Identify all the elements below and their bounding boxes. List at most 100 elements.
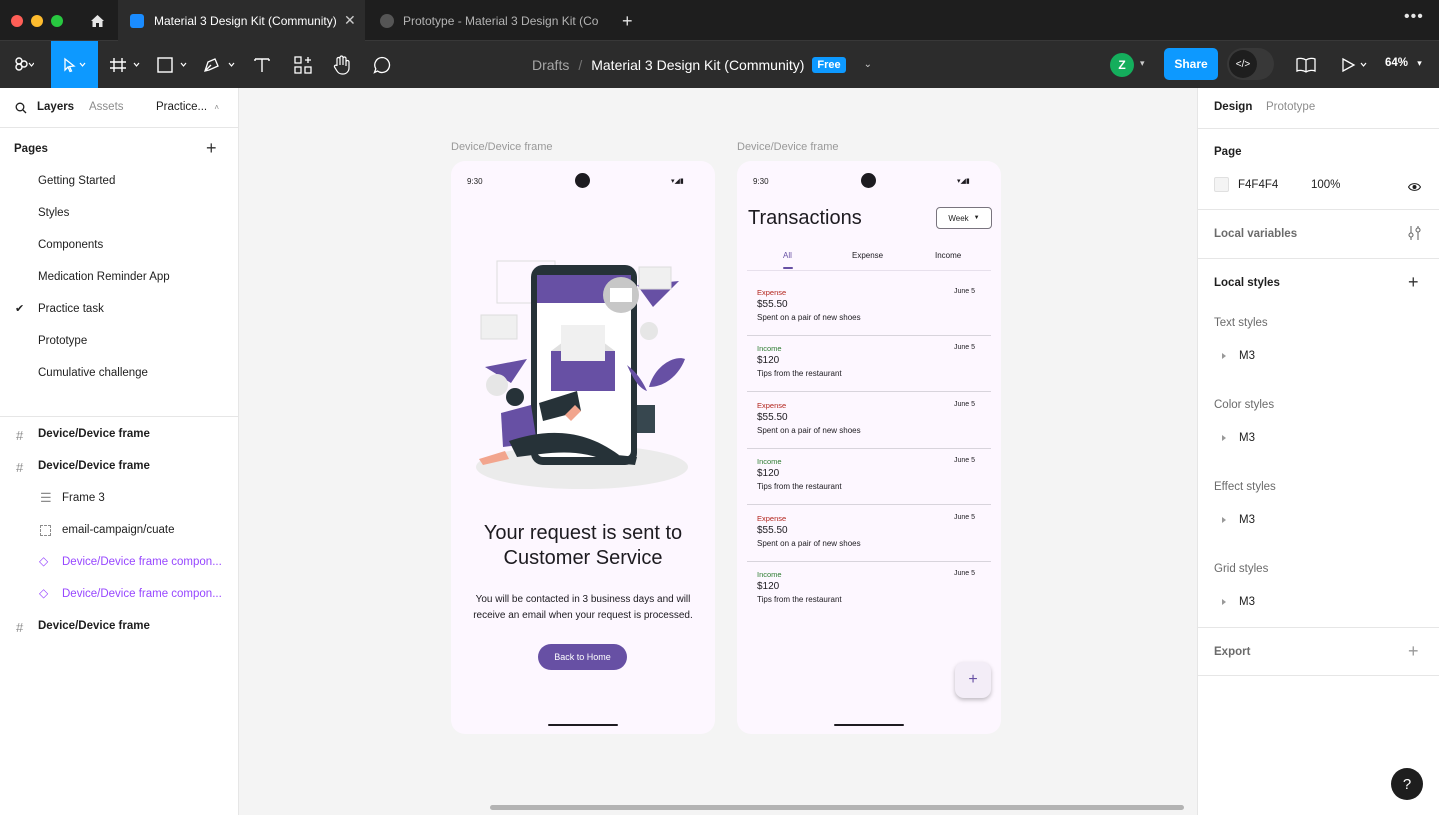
eye-icon[interactable] xyxy=(1407,179,1422,197)
help-button[interactable]: ? xyxy=(1391,768,1423,800)
style-group[interactable]: M3 xyxy=(1239,514,1255,526)
page-item[interactable]: Prototype xyxy=(38,335,87,347)
chevron-down-icon[interactable]: ⌄ xyxy=(864,59,872,70)
page-color-value[interactable]: F4F4F4 xyxy=(1238,179,1278,191)
page-item[interactable]: Medication Reminder App xyxy=(38,271,170,283)
close-icon[interactable]: ✕ xyxy=(344,12,356,29)
file-name[interactable]: Material 3 Design Kit (Community) xyxy=(591,57,804,73)
pen-tool-button[interactable] xyxy=(202,41,238,88)
chevron-down-icon[interactable]: ▾ xyxy=(1140,58,1145,69)
main-menu-button[interactable] xyxy=(8,41,40,88)
back-to-home-button[interactable]: Back to Home xyxy=(538,644,627,670)
resources-tool-button[interactable] xyxy=(292,41,314,88)
tab-assets[interactable]: Assets xyxy=(89,101,124,113)
page-dropdown[interactable]: Practice... ˄ xyxy=(156,101,219,113)
device-frame-transactions[interactable]: 9:30 ▾◢▮ Transactions Week ▼ All Expense… xyxy=(737,161,1001,734)
local-styles-title: Local styles xyxy=(1214,277,1280,289)
layer-item[interactable]: Frame 3 xyxy=(62,492,105,504)
minimize-window-button[interactable] xyxy=(31,15,43,27)
dev-mode-toggle[interactable]: </> xyxy=(1227,48,1274,80)
tab-all[interactable]: All xyxy=(783,251,792,260)
chevron-right-icon[interactable] xyxy=(1222,353,1226,359)
new-tab-button[interactable]: + xyxy=(622,11,633,32)
tab-layers[interactable]: Layers xyxy=(37,101,74,113)
tab-design[interactable]: Design xyxy=(1214,101,1252,113)
page-item-current[interactable]: Practice task xyxy=(38,303,104,315)
close-window-button[interactable] xyxy=(11,15,23,27)
divider xyxy=(1198,209,1439,210)
page-item[interactable]: Components xyxy=(38,239,103,251)
share-button[interactable]: Share xyxy=(1164,48,1218,80)
frame-label[interactable]: Device/Device frame xyxy=(737,141,838,153)
sliders-icon[interactable] xyxy=(1408,226,1421,245)
period-select[interactable]: Week ▼ xyxy=(936,207,992,229)
chevron-right-icon[interactable] xyxy=(1222,599,1226,605)
breadcrumb-drafts[interactable]: Drafts xyxy=(532,57,569,73)
page-item[interactable]: Getting Started xyxy=(38,175,115,187)
page-opacity-value[interactable]: 100% xyxy=(1311,179,1340,191)
zoom-dropdown[interactable]: 64% ▾ xyxy=(1385,57,1422,69)
more-icon[interactable]: ••• xyxy=(1404,8,1424,26)
style-group[interactable]: M3 xyxy=(1239,596,1255,608)
search-icon[interactable] xyxy=(15,101,27,119)
transaction-row[interactable]: Expense June 5 $55.50 Spent on a pair of… xyxy=(747,393,991,449)
plan-badge[interactable]: Free xyxy=(812,56,846,73)
email-campaign-illustration xyxy=(469,255,695,495)
layer-item-component[interactable]: Device/Device frame compon... xyxy=(62,588,222,600)
page-item[interactable]: Styles xyxy=(38,207,69,219)
transaction-row[interactable]: Income June 5 $120 Tips from the restaur… xyxy=(747,562,991,618)
device-frame-confirmation[interactable]: 9:30 ▾◢▮ Your request is sent to Custome… xyxy=(451,161,715,734)
layer-item[interactable]: Device/Device frame xyxy=(38,428,150,440)
page-item[interactable]: Cumulative challenge xyxy=(38,367,148,379)
present-button[interactable] xyxy=(1338,41,1372,88)
layer-item[interactable]: Device/Device frame xyxy=(38,460,150,472)
chevron-down-icon: ▾ xyxy=(1417,58,1422,68)
text-tool-button[interactable] xyxy=(251,41,273,88)
transaction-row[interactable]: Expense June 5 $55.50 Spent on a pair of… xyxy=(747,506,991,562)
local-variables-button[interactable]: Local variables xyxy=(1214,228,1297,240)
add-page-button[interactable]: + xyxy=(206,138,217,159)
screen-title: Transactions xyxy=(748,207,862,229)
style-group[interactable]: M3 xyxy=(1239,432,1255,444)
pages-title: Pages xyxy=(14,143,48,155)
transaction-type: Income xyxy=(757,570,782,579)
tab-income[interactable]: Income xyxy=(935,251,961,260)
grid-styles-title: Grid styles xyxy=(1214,563,1269,575)
tab-prototype[interactable]: Prototype - Material 3 Design Kit (Co xyxy=(370,0,610,41)
hand-tool-button[interactable] xyxy=(331,41,353,88)
style-group[interactable]: M3 xyxy=(1239,350,1255,362)
transaction-row[interactable]: Income June 5 $120 Tips from the restaur… xyxy=(747,449,991,505)
frame-label[interactable]: Device/Device frame xyxy=(451,141,552,153)
transaction-row[interactable]: Expense June 5 $55.50 Spent on a pair of… xyxy=(747,280,991,336)
transaction-note: Tips from the restaurant xyxy=(757,369,842,378)
comment-tool-button[interactable] xyxy=(371,41,393,88)
page-color-swatch[interactable] xyxy=(1214,177,1229,192)
maximize-window-button[interactable] xyxy=(51,15,63,27)
tabs-divider xyxy=(747,270,991,271)
avatar[interactable]: Z xyxy=(1110,53,1134,77)
library-icon[interactable] xyxy=(1294,41,1318,88)
chevron-right-icon[interactable] xyxy=(1222,435,1226,441)
transaction-row[interactable]: Income June 5 $120 Tips from the restaur… xyxy=(747,336,991,392)
transaction-date: June 5 xyxy=(953,401,975,408)
home-icon[interactable] xyxy=(83,0,111,41)
tab-design-file[interactable]: Material 3 Design Kit (Community) ✕ xyxy=(118,0,365,41)
layer-item-component[interactable]: Device/Device frame compon... xyxy=(62,556,222,568)
chevron-right-icon[interactable] xyxy=(1222,517,1226,523)
add-export-button[interactable]: + xyxy=(1408,641,1419,662)
horizontal-scrollbar[interactable] xyxy=(490,805,1184,810)
shape-tool-button[interactable] xyxy=(155,41,191,88)
add-fab[interactable]: + xyxy=(955,662,991,698)
transaction-amount: $55.50 xyxy=(757,412,788,423)
tab-prototype-panel[interactable]: Prototype xyxy=(1266,101,1315,113)
move-tool-button[interactable] xyxy=(51,41,98,88)
window-titlebar: Material 3 Design Kit (Community) ✕ Prot… xyxy=(0,0,1439,41)
layer-item[interactable]: email-campaign/cuate xyxy=(62,524,175,536)
transaction-note: Spent on a pair of new shoes xyxy=(757,426,861,435)
add-style-button[interactable]: + xyxy=(1408,272,1419,293)
frame-tool-button[interactable] xyxy=(108,41,144,88)
tab-expense[interactable]: Expense xyxy=(852,251,883,260)
layer-item[interactable]: Device/Device frame xyxy=(38,620,150,632)
design-canvas[interactable]: Device/Device frame Device/Device frame … xyxy=(239,88,1197,815)
page-dropdown-label: Practice... xyxy=(156,101,208,113)
